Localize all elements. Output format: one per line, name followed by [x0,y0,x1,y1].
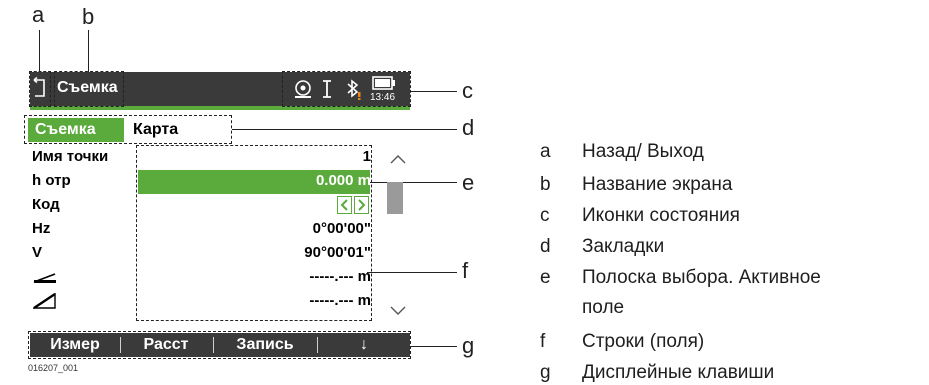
tab-survey[interactable]: Съемка [28,118,124,142]
legend-key-a: a [540,141,551,162]
row-value-point-id[interactable]: 1 [363,148,371,165]
horizontal-distance-icon [33,273,56,283]
leader-a [39,30,40,72]
callout-c: c [462,78,473,103]
legend-text-d: Закладки [582,236,665,257]
leader-d [232,129,457,130]
legend-key-b: b [540,174,551,195]
scroll-up-icon[interactable] [386,150,410,170]
row-label-point-id: Имя точки [32,148,109,165]
legend-key-f: f [540,331,546,352]
callout-box-c [282,71,411,107]
figure-id: 016207_001 [28,363,79,373]
legend-text-g: Дисплейные клавиши [582,362,775,383]
callout-box-a [29,71,51,107]
row-value-reflector-height[interactable]: 0.000 m [316,172,371,189]
legend-text-b: Название экрана [582,174,733,195]
softkey-separator [120,337,121,353]
softkey-page-down[interactable]: ↓ [320,333,408,357]
legend-text-f: Строки (поля) [582,331,705,352]
row-value-sd: -----.--- m [309,292,371,309]
row-value-hd: -----.--- m [309,268,371,285]
callout-a: a [32,2,45,27]
callout-d: d [462,115,475,140]
callout-box-b [54,71,124,107]
legend-text-e-continued: поле [582,297,625,318]
row-label-reflector-height: h отр [32,172,71,189]
row-label-hz: Hz [32,220,51,237]
softkey-separator [317,337,318,353]
row-label-v: V [32,244,43,261]
legend-key-e: e [540,267,551,288]
row-value-hz: 0°00'00" [312,220,371,237]
leader-b [88,30,89,72]
softkey-measure[interactable]: Измер [33,333,117,357]
callout-f: f [462,258,469,283]
row-value-v: 90°00'01" [304,244,371,261]
legend-text-a: Назад/ Выход [582,141,704,162]
leader-g [411,346,457,347]
leader-f [367,272,457,273]
callout-e: e [462,170,475,195]
legend-key-c: c [540,205,550,226]
row-label-code: Код [32,196,60,213]
slope-distance-icon [33,293,56,309]
callout-b: b [82,4,95,29]
softkey-record[interactable]: Запись [215,333,315,357]
scrollbar-thumb[interactable] [387,182,403,214]
legend-key-d: d [540,236,551,257]
leader-e [366,182,457,183]
leader-c [411,91,457,92]
tab-map[interactable]: Карта [133,118,178,142]
softkey-distance[interactable]: Расст [122,333,210,357]
legend-text-e: Полоска выбора. Активное [582,267,821,288]
callout-g: g [462,333,475,358]
softkey-separator [213,337,214,353]
scroll-down-icon[interactable] [386,300,410,320]
legend-key-g: g [540,362,551,383]
legend-text-c: Иконки состояния [582,205,740,226]
code-list-arrows-icon[interactable] [337,196,369,214]
